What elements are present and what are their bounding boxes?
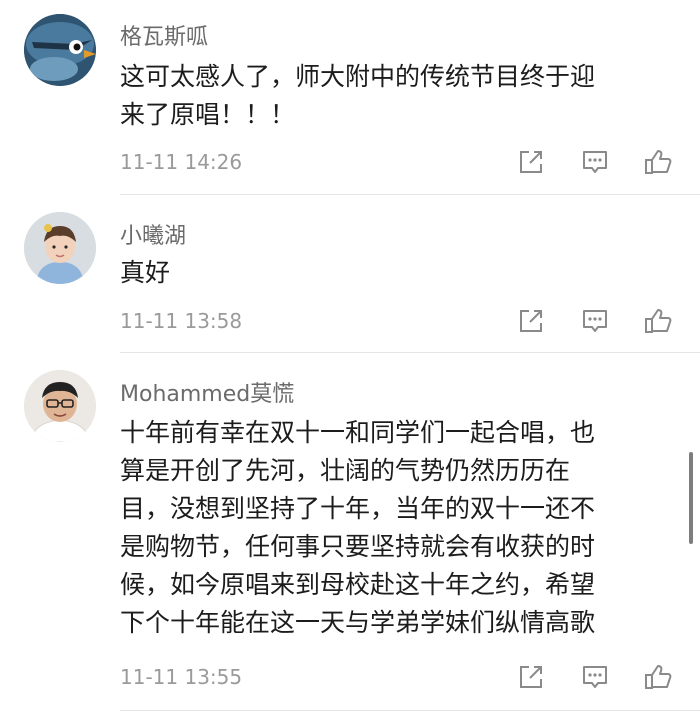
- comment-icon[interactable]: [578, 660, 612, 694]
- divider: [120, 352, 700, 353]
- divider: [120, 194, 700, 195]
- comment-icon[interactable]: [578, 304, 612, 338]
- share-icon[interactable]: [514, 304, 548, 338]
- comment-text: 这可太感人了，师大附中的传统节目终于迎 来了原唱！！！: [120, 62, 596, 129]
- comment-text: 十年前有幸在双十一和同学们一起合唱，也 算是开创了先河，壮阔的气势仍然历历在 目…: [120, 418, 596, 637]
- share-icon[interactable]: [514, 660, 548, 694]
- username[interactable]: 格瓦斯呱: [120, 19, 208, 51]
- scrollbar[interactable]: [689, 452, 693, 544]
- thumbs-up-icon[interactable]: [641, 660, 675, 694]
- timestamp: 11-11 13:55: [120, 665, 243, 689]
- divider: [120, 710, 700, 711]
- avatar[interactable]: [24, 14, 96, 86]
- timestamp: 11-11 13:58: [120, 309, 243, 333]
- avatar[interactable]: [24, 370, 96, 442]
- username[interactable]: Mohammed莫慌: [120, 376, 294, 408]
- thumbs-up-icon[interactable]: [641, 304, 675, 338]
- timestamp: 11-11 14:26: [120, 150, 243, 174]
- comment-text: 真好: [120, 258, 171, 287]
- share-icon[interactable]: [514, 145, 548, 179]
- thumbs-up-icon[interactable]: [641, 145, 675, 179]
- avatar[interactable]: [24, 212, 96, 284]
- username[interactable]: 小曦湖: [120, 218, 186, 250]
- comment-icon[interactable]: [578, 145, 612, 179]
